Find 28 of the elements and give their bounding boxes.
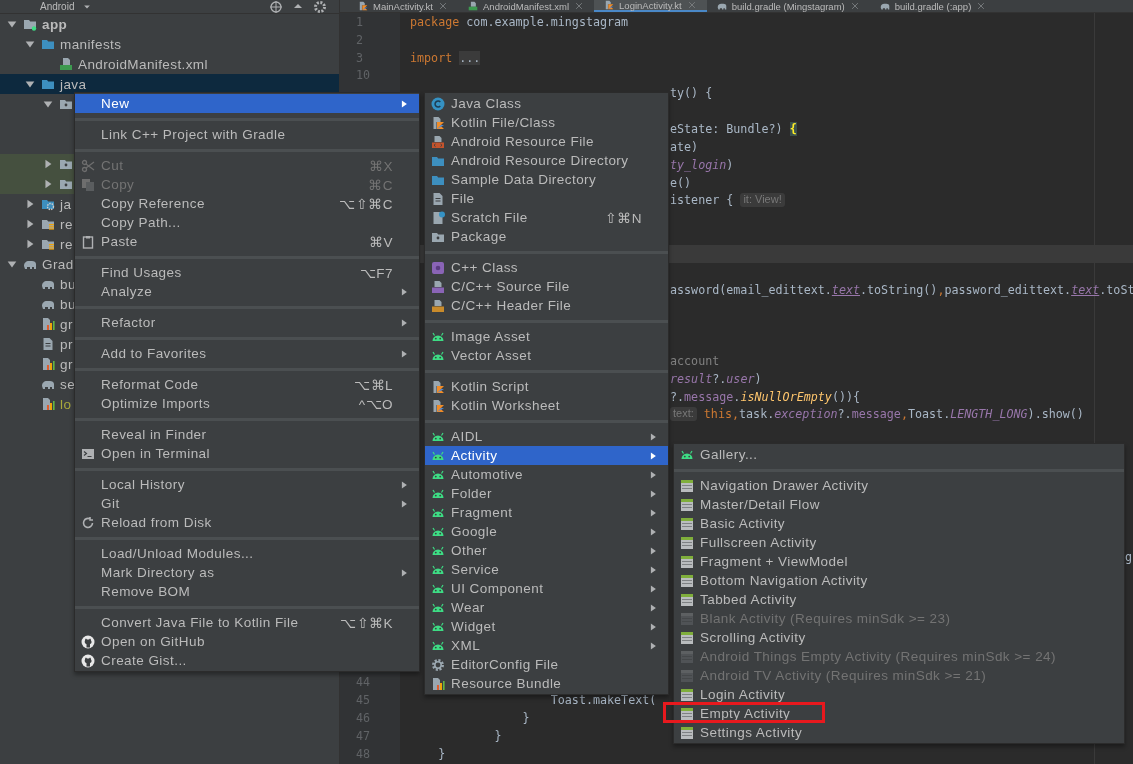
parameter-hint: text: (670, 407, 697, 422)
code-line: } (521, 710, 530, 725)
code-line: ?.message.isNullOrEmpty()){ (670, 389, 861, 404)
code-line: ate) (670, 139, 699, 154)
code-line: assword(email_edittext.text.toString(),password_edittext.text.toSt (670, 282, 1133, 297)
shortcut-text: ⌘V (369, 233, 393, 250)
code-line: text: this,task.exception?.message,Toast.LENGTH_LONG).show() (670, 407, 1084, 422)
folded-code: ... (459, 50, 481, 65)
code-line: } (437, 746, 446, 761)
code-line: eState: Bundle?) { (670, 122, 797, 136)
code-line: g (1124, 550, 1133, 565)
code-line: result?.user) (670, 371, 762, 386)
shortcut-text: ⌥⇧⌘K (340, 614, 393, 631)
shortcut-text: ⌥⌘L (354, 376, 393, 393)
code-line: import ... (409, 50, 481, 65)
code-line: ty() { (670, 86, 713, 101)
code-line: Toast.makeText( (549, 693, 657, 707)
code-line: ty_login) (670, 157, 734, 172)
code-line: account (670, 353, 720, 368)
shortcut-text: ⇧⌘N (604, 209, 642, 226)
shortcut-text: ^⌥O (358, 395, 393, 412)
parameter-hint: it: View! (740, 193, 785, 208)
shortcut-text: ⌥F7 (359, 264, 393, 281)
code-line: e() (670, 175, 692, 190)
code-line: } (493, 728, 502, 743)
code-line: package com.example.mingstagram (409, 14, 629, 29)
code-line: istener { it: View! (670, 193, 785, 208)
shortcut-text: ⌥⇧⌘C (339, 195, 393, 212)
